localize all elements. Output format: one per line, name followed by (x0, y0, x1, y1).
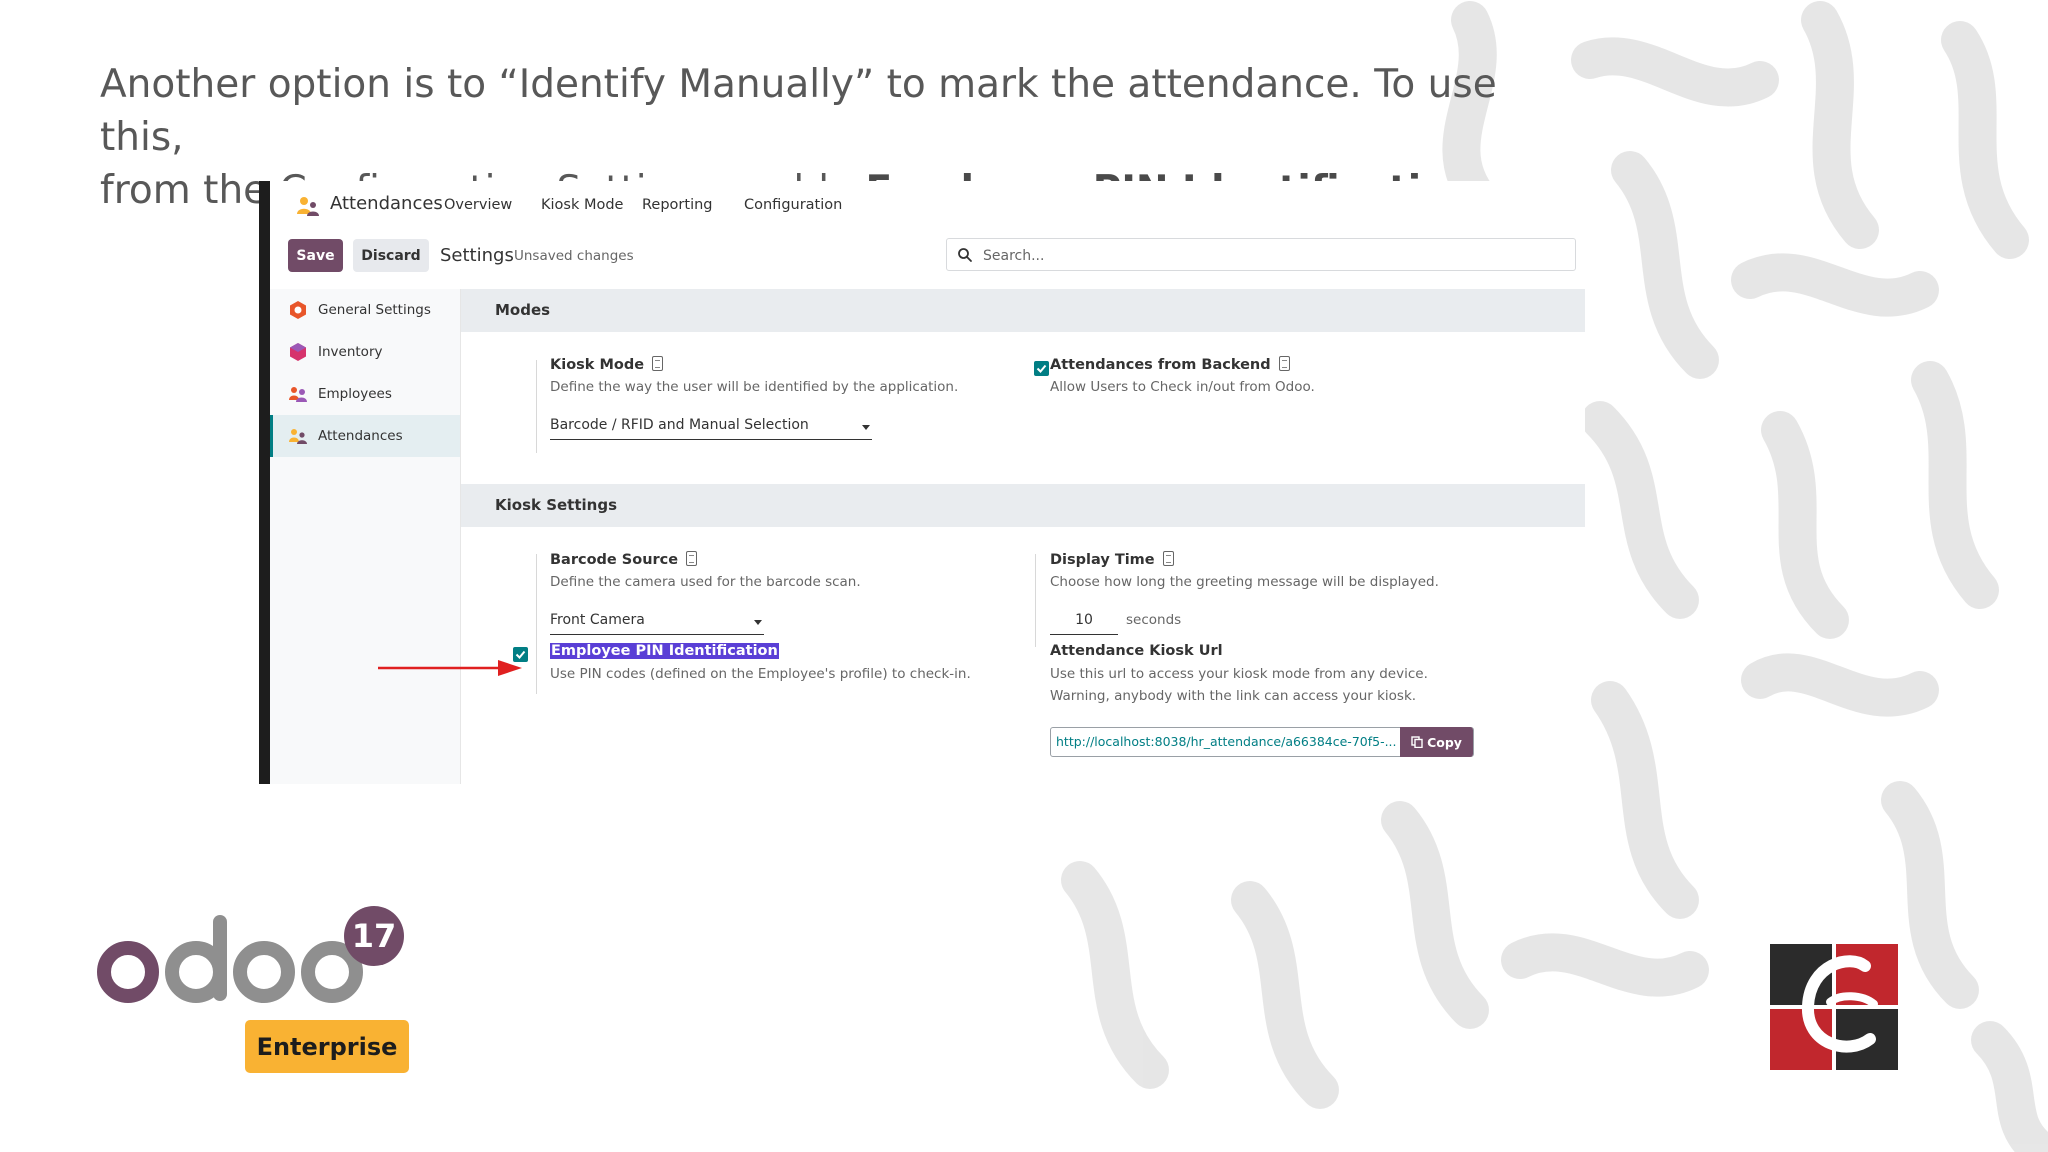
page-title: Settings (440, 245, 514, 266)
search-box[interactable] (946, 238, 1576, 271)
barcode-source-value: Front Camera (550, 612, 645, 628)
setting-desc-display-time: Choose how long the greeting message wil… (1050, 574, 1439, 590)
sidebar-item-general-settings[interactable]: General Settings (270, 289, 460, 331)
check-icon (1036, 364, 1047, 373)
barcode-source-select[interactable]: Front Camera (550, 612, 764, 635)
display-time-unit: seconds (1126, 612, 1182, 628)
setting-desc-kiosk-url-2: Warning, anybody with the link can acces… (1050, 688, 1417, 704)
copy-button-label: Copy (1427, 734, 1462, 750)
display-time-input[interactable]: 10 (1050, 612, 1118, 635)
display-time-title: Display Time (1050, 552, 1155, 568)
top-navbar: Attendances Overview Kiosk Mode Reportin… (270, 181, 1585, 229)
attendances-icon (289, 429, 307, 444)
sidebar-item-employees[interactable]: Employees (270, 373, 460, 415)
search-input[interactable] (981, 244, 1565, 268)
setting-desc-kiosk-mode: Define the way the user will be identifi… (550, 379, 959, 395)
kiosk-mode-select[interactable]: Barcode / RFID and Manual Selection (550, 417, 872, 440)
attendances-app-icon (297, 197, 319, 216)
setting-divider (536, 360, 537, 453)
setting-title-kiosk-mode: Kiosk Mode (550, 356, 664, 373)
sidebar-item-label: General Settings (318, 302, 431, 318)
discard-button[interactable]: Discard (353, 239, 429, 272)
inventory-icon (290, 343, 306, 361)
sidebar-item-attendances[interactable]: Attendances (270, 415, 460, 457)
employee-pin-title: Employee PIN Identification (550, 643, 779, 659)
kiosk-mode-title: Kiosk Mode (550, 357, 645, 373)
backend-title: Attendances from Backend (1050, 357, 1271, 373)
annotation-arrow-icon (378, 660, 522, 676)
control-panel: Save Discard Settings Unsaved changes (270, 229, 1585, 289)
setting-title-display-time: Display Time (1050, 551, 1174, 568)
enterprise-badge: Enterprise (245, 1020, 409, 1073)
setting-title-backend: Attendances from Backend (1050, 356, 1290, 373)
setting-desc-kiosk-url-1: Use this url to access your kiosk mode f… (1050, 666, 1428, 682)
sidebar-item-label: Inventory (318, 344, 383, 360)
kiosk-url-value: http://localhost:8038/hr_attendance/a663… (1056, 734, 1397, 749)
kiosk-mode-value: Barcode / RFID and Manual Selection (550, 417, 809, 433)
slide-heading-line1: Another option is to “Identify Manually”… (100, 62, 1497, 160)
save-button[interactable]: Save (288, 239, 343, 272)
copy-button[interactable]: Copy (1400, 727, 1473, 757)
setting-desc-backend: Allow Users to Check in/out from Odoo. (1050, 379, 1315, 395)
settings-main: Modes Kiosk Mode Define the way the user… (461, 289, 1585, 784)
setting-divider (536, 554, 537, 647)
company-logo (1770, 944, 1898, 1070)
setting-title-kiosk-url: Attendance Kiosk Url (1050, 643, 1223, 659)
barcode-source-title: Barcode Source (550, 552, 679, 568)
backend-checkbox[interactable] (1034, 361, 1049, 376)
nav-kiosk-mode[interactable]: Kiosk Mode (541, 197, 623, 213)
setting-title-barcode-source: Barcode Source (550, 551, 698, 568)
window-edge (259, 181, 270, 784)
app-name[interactable]: Attendances (330, 193, 443, 214)
search-icon (958, 248, 972, 262)
sidebar-item-inventory[interactable]: Inventory (270, 331, 460, 373)
section-header-modes: Modes (461, 289, 1585, 332)
setting-desc-employee-pin: Use PIN codes (defined on the Employee's… (550, 666, 971, 682)
nav-reporting[interactable]: Reporting (642, 197, 713, 213)
setting-divider (536, 642, 537, 694)
chevron-down-icon (862, 425, 870, 430)
nav-overview[interactable]: Overview (444, 197, 512, 213)
chevron-down-icon (754, 620, 762, 625)
odoo-logo: 17 (97, 906, 404, 1003)
settings-sidebar: General Settings Inventory Employees Att… (270, 289, 461, 784)
general-settings-icon (290, 301, 306, 319)
documentation-icon[interactable] (686, 551, 698, 566)
employees-icon (289, 387, 307, 402)
nav-configuration[interactable]: Configuration (744, 197, 842, 213)
sidebar-item-label: Employees (318, 386, 392, 402)
setting-title-employee-pin: Employee PIN Identification (550, 643, 779, 659)
odoo-version: 17 (352, 917, 397, 955)
documentation-icon[interactable] (652, 356, 664, 371)
sidebar-item-label: Attendances (318, 428, 403, 444)
setting-divider (1035, 554, 1036, 647)
documentation-icon[interactable] (1162, 551, 1174, 566)
copy-icon (1411, 736, 1423, 748)
setting-desc-barcode-source: Define the camera used for the barcode s… (550, 574, 861, 590)
documentation-icon[interactable] (1278, 356, 1290, 371)
kiosk-url-field[interactable]: http://localhost:8038/hr_attendance/a663… (1050, 727, 1474, 757)
section-header-kiosk-settings: Kiosk Settings (461, 484, 1585, 527)
odoo-settings-screenshot: Attendances Overview Kiosk Mode Reportin… (259, 181, 1585, 784)
unsaved-status: Unsaved changes (514, 248, 634, 264)
